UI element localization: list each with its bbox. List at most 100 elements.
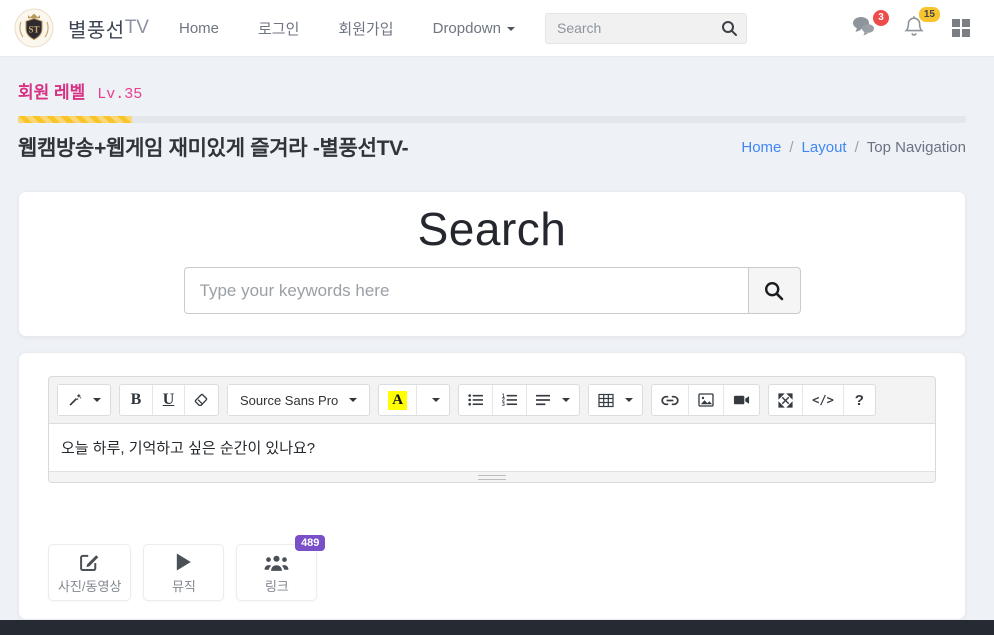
format-group: B U [119,384,219,416]
editor-text: 오늘 하루, 기억하고 싶은 순간이 있나요? [61,437,923,458]
video-icon [733,394,750,406]
chevron-down-icon [432,398,440,402]
code-view-button[interactable]: </> [802,385,843,415]
keyword-search-input[interactable] [184,267,748,314]
grid-icon [952,19,970,37]
breadcrumb-current: Top Navigation [867,139,966,156]
paragraph-group: 1 2 3 [458,384,580,416]
photo-video-button[interactable]: 사진/동영상 [48,544,131,601]
nav-item-home[interactable]: Home [179,20,219,37]
page: ST 별풍선 TV Home 로그인 회원가입 Dropdown [0,0,994,635]
svg-text:3: 3 [502,402,505,407]
brand[interactable]: ST 별풍선 TV [14,8,149,48]
svg-text:ST: ST [28,25,39,35]
chevron-down-icon [507,27,515,31]
insert-link-button[interactable] [652,385,688,415]
insert-image-button[interactable] [688,385,723,415]
nav-item-signup[interactable]: 회원가입 [338,18,393,39]
messages-badge: 3 [873,10,889,26]
editor-content[interactable]: 오늘 하루, 기억하고 싶은 순간이 있나요? [49,424,935,471]
clear-format-button[interactable] [184,385,218,415]
insert-video-button[interactable] [723,385,759,415]
page-title: 웹캠방송+웹게임 재미있게 즐겨라 -별풍선TV- [18,132,408,162]
navbar-icons: 3 15 [852,15,980,42]
apps-button[interactable] [952,19,970,37]
paragraph-align-button[interactable] [526,385,579,415]
fullscreen-button[interactable] [769,385,802,415]
insert-group [651,384,760,416]
main-content: 회원 레벨 Lv.35 웹캠방송+웹게임 재미있게 즐겨라 -별풍선TV- Ho… [18,78,966,620]
color-group: A [378,384,450,416]
chevron-down-icon [625,398,633,402]
color-dropdown-button[interactable] [416,385,449,415]
level-progress-fill [18,116,132,123]
font-family-dropdown[interactable]: Source Sans Pro [228,385,369,415]
search-card: Search [18,191,966,337]
member-level-label: 회원 레벨 [18,78,85,103]
link-button[interactable]: 링크 [236,544,317,601]
font-color-button[interactable]: A [379,385,416,415]
ordered-list-button[interactable]: 1 2 3 [492,385,526,415]
link-label: 링크 [265,576,289,595]
question-icon: ? [855,392,864,409]
fullscreen-arrows-icon [778,393,793,408]
editor-toolbar: B U Sou [49,377,935,424]
breadcrumb-separator: / [855,139,859,156]
eraser-icon [194,393,209,408]
brand-suffix: TV [125,17,149,39]
breadcrumb-home[interactable]: Home [741,139,781,156]
magic-style-button[interactable] [58,385,110,415]
underline-button[interactable]: U [152,385,184,415]
play-icon [175,552,192,572]
music-button[interactable]: 뮤직 [143,544,224,601]
link-icon [661,395,679,406]
attachment-actions: 사진/동영상 뮤직 [48,544,936,601]
breadcrumb-layout[interactable]: Layout [802,139,847,156]
breadcrumb: Home / Layout / Top Navigation [741,139,966,156]
editor-statusbar[interactable] [49,471,935,482]
keyword-search [184,267,801,314]
nav-item-login[interactable]: 로그인 [258,18,299,39]
breadcrumb-separator: / [789,139,793,156]
navbar-search-input[interactable] [545,13,747,44]
view-group: </> ? [768,384,876,416]
help-button[interactable]: ? [843,385,875,415]
photo-video-label: 사진/동영상 [58,576,121,595]
keyword-search-button[interactable] [748,267,801,314]
unordered-list-button[interactable] [459,385,492,415]
bold-button[interactable]: B [120,385,152,415]
brand-name: 별풍선 [68,14,125,43]
page-header: 웹캠방송+웹게임 재미있게 즐겨라 -별풍선TV- Home / Layout … [18,132,966,162]
image-icon [698,393,714,407]
users-icon [264,554,289,572]
messages-button[interactable]: 3 [852,16,876,41]
list-ol-icon: 1 2 3 [502,393,517,407]
font-group: Source Sans Pro [227,384,370,416]
notifications-button[interactable]: 15 [904,15,924,42]
table-group [588,384,643,416]
align-left-icon [536,393,551,407]
search-icon[interactable] [721,20,738,37]
brand-logo-icon: ST [14,8,54,48]
music-label: 뮤직 [172,576,196,595]
magic-wand-icon [67,393,82,408]
chevron-down-icon [562,398,570,402]
level-progress [18,116,966,123]
nav-item-dropdown[interactable]: Dropdown [433,20,515,37]
chevron-down-icon [349,398,357,402]
member-level-value: Lv.35 [97,86,142,103]
underline-icon: U [163,391,175,409]
search-heading: Search [19,202,965,256]
nav-dropdown-label: Dropdown [433,20,501,37]
link-count-badge: 489 [295,535,325,551]
edit-icon [79,551,100,572]
rich-text-editor: B U Sou [48,376,936,483]
table-button[interactable] [589,385,642,415]
font-color-icon: A [388,391,407,410]
code-icon: </> [812,393,834,407]
post-editor-card: B U Sou [18,352,966,620]
bold-icon: B [131,391,142,409]
style-group [57,384,111,416]
footer-bar [0,620,994,635]
search-icon [764,281,784,301]
